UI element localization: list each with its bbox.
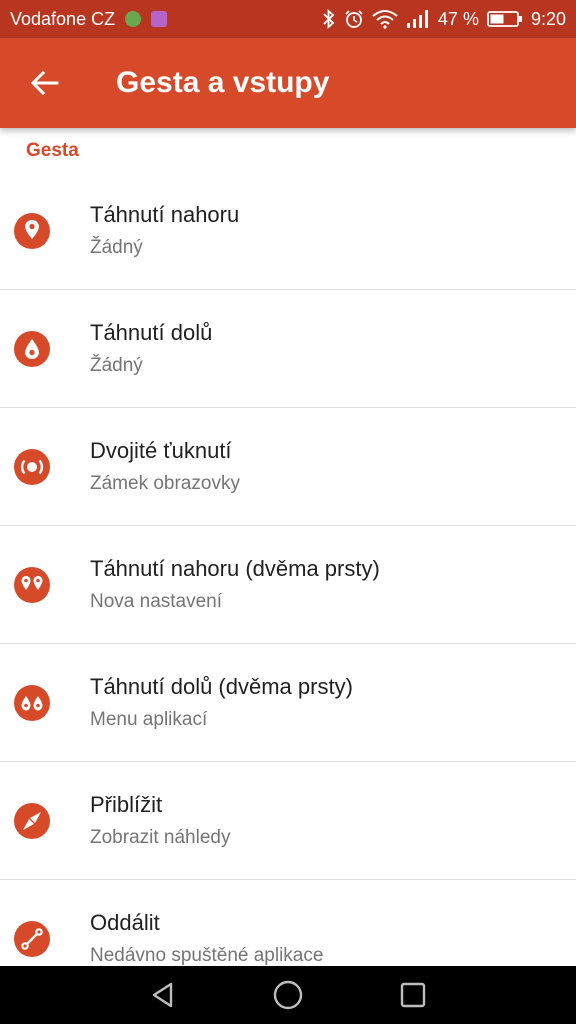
item-subtitle: Zobrazit náhledy [90,826,231,848]
app-bar: Gesta a vstupy [0,38,576,128]
item-title: Přiblížit [90,791,163,817]
item-title: Táhnutí nahoru [90,201,240,227]
carrier-name: Vodafone CZ [10,8,116,29]
list-item-pinch-out[interactable]: Přiblížit Zobrazit náhledy [0,762,576,880]
alarm-icon [345,10,363,28]
bluetooth-icon [323,9,335,29]
image-icon [151,11,168,27]
swipe-up-icon [14,212,50,249]
section-header-gesta: Gesta [26,140,79,161]
wifi-icon [372,10,398,29]
battery-percent: 47 % [437,8,479,29]
list-item-double-tap[interactable]: Dvojité ťuknutí Zámek obrazovky [0,408,576,526]
back-button[interactable] [0,38,90,128]
item-title: Oddálit [90,909,160,935]
back-triangle-icon [152,982,172,1008]
item-title: Dvojité ťuknutí [90,437,232,463]
item-subtitle: Nedávno spuštěné aplikace [90,944,324,966]
recents-square-icon [401,982,426,1008]
item-title: Táhnutí dolů (dvěma prsty) [90,673,353,699]
list-item-pinch-in[interactable]: Oddálit Nedávno spuštěné aplikace [0,880,576,966]
home-circle-icon [273,980,303,1010]
item-title: Táhnutí dolů [90,319,213,345]
two-finger-swipe-up-icon [14,566,50,603]
nav-back-button[interactable] [138,970,188,1020]
item-subtitle: Žádný [90,236,143,258]
item-subtitle: Nova nastavení [90,590,223,612]
status-bar: Vodafone CZ 47 % 9:20 [0,0,576,38]
list-item-swipe-up[interactable]: Táhnutí nahoru Žádný [0,172,576,290]
navigation-bar [0,966,576,1024]
nav-recents-button[interactable] [388,970,438,1020]
page-title: Gesta a vstupy [116,66,330,99]
hangouts-icon [125,11,142,27]
battery-icon [487,11,522,27]
pinch-out-icon [14,802,50,839]
list-item-swipe-down[interactable]: Táhnutí dolů Žádný [0,290,576,408]
item-subtitle: Žádný [90,354,143,376]
clock: 9:20 [530,8,566,29]
signal-icon [406,10,428,28]
list-item-two-finger-swipe-down[interactable]: Táhnutí dolů (dvěma prsty) Menu aplikací [0,644,576,762]
item-subtitle: Zámek obrazovky [90,472,240,494]
settings-list: Gesta Táhnutí nahoru Žádný Táhnutí dolů … [0,128,576,966]
item-subtitle: Menu aplikací [90,708,208,730]
nav-home-button[interactable] [263,970,313,1020]
double-tap-icon [14,448,50,485]
pinch-in-icon [14,920,50,957]
item-title: Táhnutí nahoru (dvěma prsty) [90,555,380,581]
list-item-two-finger-swipe-up[interactable]: Táhnutí nahoru (dvěma prsty) Nova nastav… [0,526,576,644]
swipe-down-icon [14,330,50,367]
arrow-back-icon [31,71,59,95]
two-finger-swipe-down-icon [14,684,50,721]
